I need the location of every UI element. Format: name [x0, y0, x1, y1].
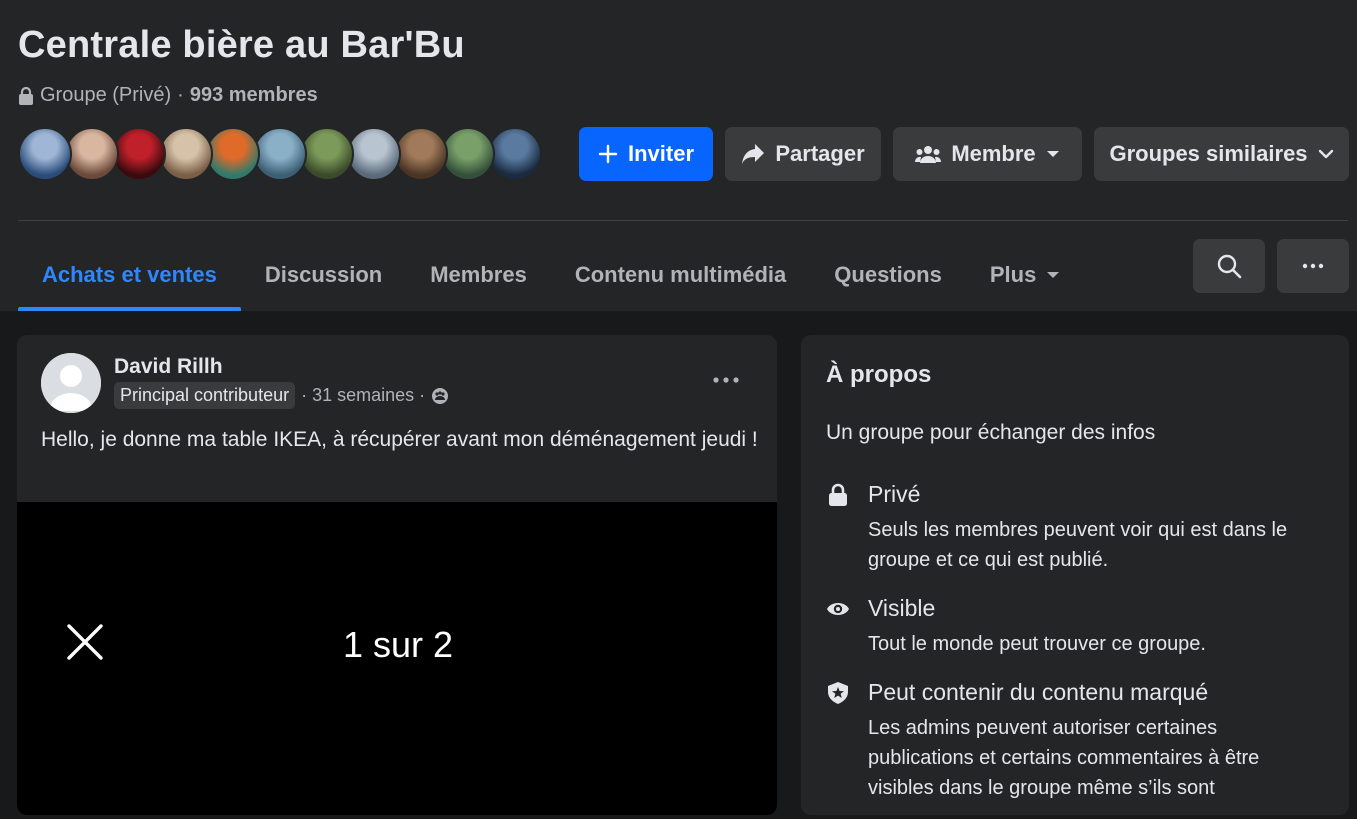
about-item-title: Visible [868, 595, 936, 621]
member-avatar[interactable] [253, 127, 307, 181]
member-avatar[interactable] [441, 127, 495, 181]
caret-down-icon [1047, 271, 1060, 278]
share-arrow-icon [742, 144, 765, 164]
default-avatar-icon [41, 353, 101, 413]
similar-groups-label: Groupes similaires [1109, 141, 1308, 166]
lock-icon [829, 483, 847, 506]
member-avatars[interactable] [18, 127, 542, 181]
about-item-private: Privé Seuls les membres peuvent voir qui… [826, 481, 1326, 581]
author-name[interactable]: David Rillh [114, 355, 223, 379]
share-label: Partager [775, 141, 865, 166]
caret-down-icon [1046, 151, 1059, 157]
eye-icon [827, 603, 849, 615]
search-icon [1217, 254, 1242, 279]
invite-label: Inviter [627, 141, 695, 166]
members-icon [915, 146, 942, 163]
tab-discussion[interactable]: Discussion [241, 238, 406, 311]
chevron-down-icon [1318, 149, 1333, 159]
author-avatar[interactable] [41, 353, 101, 413]
member-avatar[interactable] [206, 127, 260, 181]
close-icon [67, 624, 103, 660]
media-viewer[interactable]: 1 sur 2 [17, 502, 777, 815]
post-text: Hello, je donne ma table IKEA, à récupér… [41, 428, 758, 451]
plus-icon [598, 144, 618, 164]
tab-plus[interactable]: Plus [966, 238, 1084, 311]
about-description: Un groupe pour échanger des infos [826, 421, 1156, 444]
member-avatar[interactable] [300, 127, 354, 181]
author-meta: Principal contributeur · 31 semaines · [114, 382, 449, 409]
member-avatar[interactable] [112, 127, 166, 181]
post-card: David Rillh Principal contributeur · 31 … [17, 335, 777, 815]
member-avatar[interactable] [394, 127, 448, 181]
invite-button[interactable]: Inviter [579, 127, 713, 181]
close-viewer-button[interactable] [65, 622, 109, 666]
member-avatar[interactable] [488, 127, 542, 181]
search-button[interactable] [1193, 239, 1265, 293]
tab-label: Contenu multimédia [574, 261, 787, 287]
member-avatar[interactable] [347, 127, 401, 181]
tab-label: Discussion [264, 261, 383, 287]
group-member-count[interactable]: 993 membres [190, 84, 318, 107]
tab-contenu-multimedia[interactable]: Contenu multimédia [551, 238, 810, 311]
tab-questions[interactable]: Questions [810, 238, 966, 311]
shield-star-icon [828, 682, 848, 704]
member-avatar[interactable] [65, 127, 119, 181]
member-label: Membre [951, 141, 1036, 166]
members-audience-icon [432, 387, 449, 404]
about-item-text: Tout le monde peut trouver ce groupe. [868, 633, 1206, 655]
about-item-visible: Visible Tout le monde peut trouver ce gr… [826, 595, 1326, 665]
more-dots-icon [1302, 263, 1324, 269]
member-avatar[interactable] [18, 127, 72, 181]
meta-separator: · [177, 84, 184, 106]
about-title: À propos [826, 361, 932, 388]
similar-groups-button[interactable]: Groupes similaires [1094, 127, 1349, 181]
image-counter: 1 sur 2 [343, 624, 454, 665]
group-tabs: Achats et ventes Discussion Membres Cont… [18, 238, 1084, 311]
contributor-badge: Principal contributeur [114, 382, 296, 409]
tab-label: Questions [834, 261, 942, 287]
post-options-button[interactable] [711, 365, 741, 395]
group-meta: Groupe (Privé) · 993 membres [18, 84, 318, 107]
about-item-branded-content: Peut contenir du contenu marqué Les admi… [826, 679, 1326, 819]
tab-label: Achats et ventes [42, 261, 217, 287]
member-avatar[interactable] [159, 127, 213, 181]
group-privacy[interactable]: Groupe (Privé) [40, 84, 171, 107]
about-card: À propos Un groupe pour échanger des inf… [801, 335, 1349, 815]
about-item-title: Privé [868, 481, 921, 507]
tab-label: Membres [430, 261, 527, 287]
tab-label: Plus [989, 261, 1037, 287]
group-title[interactable]: Centrale bière au Bar'Bu [18, 24, 465, 67]
about-item-text: Seuls les membres peuvent voir qui est d… [868, 519, 1288, 571]
about-item-text: Les admins peuvent autoriser certaines p… [868, 717, 1260, 799]
share-button[interactable]: Partager [725, 127, 881, 181]
post-time[interactable]: · 31 semaines · [301, 385, 425, 406]
lock-icon [19, 86, 33, 105]
more-options-button[interactable] [1277, 239, 1349, 293]
about-item-title: Peut contenir du contenu marqué [868, 679, 1209, 705]
tab-achats-et-ventes[interactable]: Achats et ventes [18, 238, 241, 311]
header-divider [18, 220, 1348, 221]
more-dots-icon [713, 377, 739, 383]
tab-membres[interactable]: Membres [406, 238, 551, 311]
member-button[interactable]: Membre [893, 127, 1082, 181]
